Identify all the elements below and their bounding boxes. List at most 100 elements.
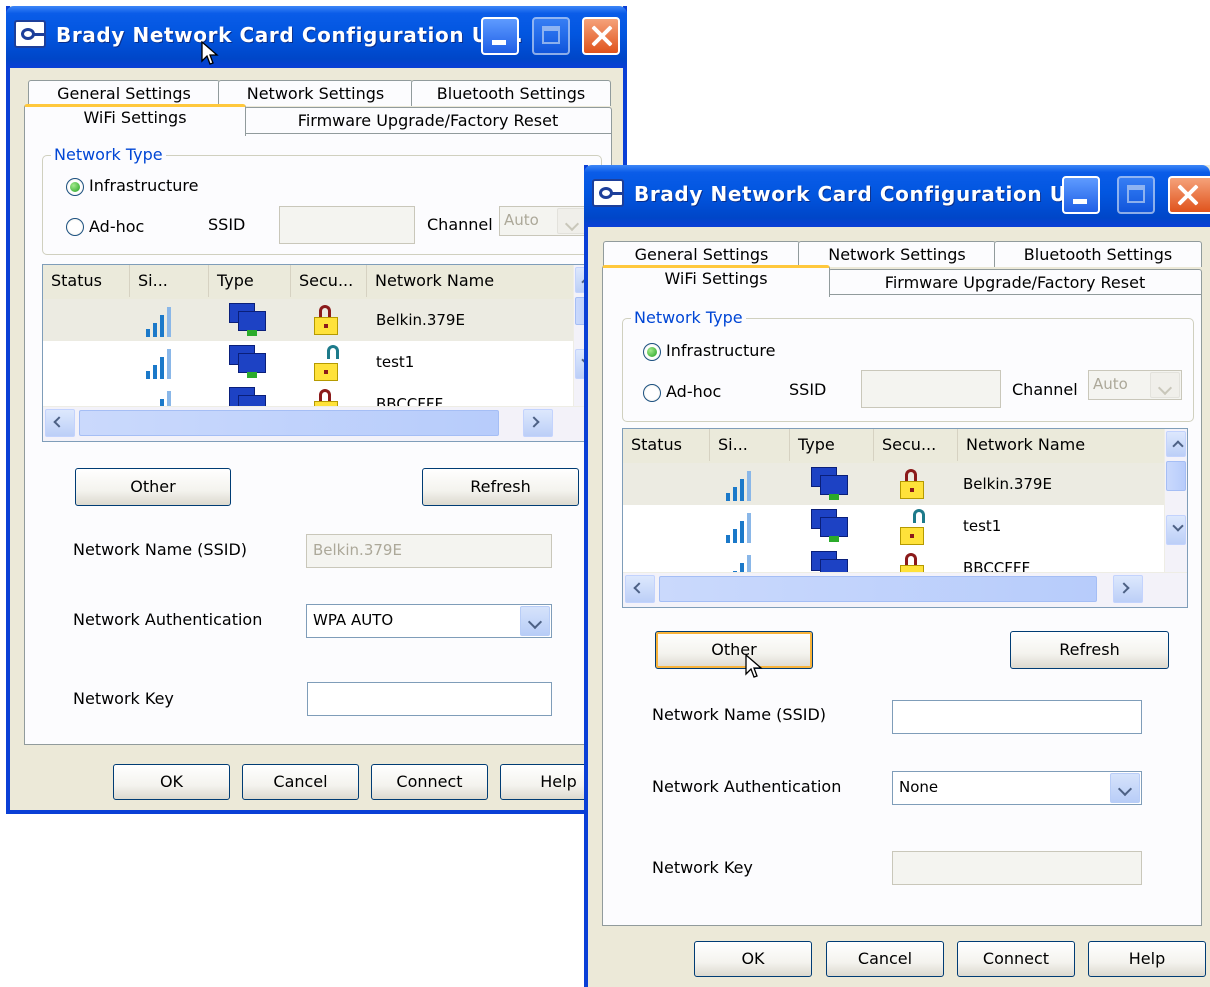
horizontal-scroll-thumb[interactable] <box>659 576 1097 602</box>
signal-strength-icon <box>146 345 180 379</box>
network-key-input[interactable] <box>307 682 552 716</box>
minimize-button[interactable] <box>481 17 519 55</box>
network-computer-icon <box>229 303 266 337</box>
network-type-legend: Network Type <box>51 145 166 164</box>
chevron-down-icon <box>1150 372 1180 398</box>
locked-padlock-icon <box>899 469 925 501</box>
network-name-input[interactable]: Belkin.379E <box>306 534 552 568</box>
refresh-button[interactable]: Refresh <box>422 468 579 506</box>
scroll-right-button[interactable] <box>1113 575 1143 603</box>
title-bar[interactable]: Brady Network Card Configuration Ut... <box>6 6 627 68</box>
scroll-down-button[interactable] <box>1166 515 1186 545</box>
network-computer-icon <box>811 467 848 501</box>
tab-general-settings[interactable]: General Settings <box>28 80 220 106</box>
maximize-button[interactable] <box>532 17 570 55</box>
signal-strength-icon <box>146 387 180 407</box>
network-row[interactable]: BBCCFFF <box>623 547 1167 573</box>
ok-button[interactable]: OK <box>113 764 230 800</box>
network-row[interactable]: Belkin.379E <box>43 299 576 341</box>
ok-button[interactable]: OK <box>694 941 812 977</box>
network-authentication-select[interactable]: None <box>892 771 1142 805</box>
network-row[interactable]: test1 <box>43 341 576 383</box>
tab-firmware-upgrade[interactable]: Firmware Upgrade/Factory Reset <box>828 269 1202 295</box>
tab-wifi-settings[interactable]: WiFi Settings <box>24 104 246 136</box>
tab-firmware-upgrade[interactable]: Firmware Upgrade/Factory Reset <box>244 107 612 133</box>
column-network-name[interactable]: Network Name <box>367 265 576 297</box>
network-row[interactable]: Belkin.379E <box>623 463 1167 505</box>
channel-select[interactable]: Auto <box>1088 370 1182 400</box>
window-title: Brady Network Card Configuration Ut... <box>56 23 524 47</box>
refresh-button[interactable]: Refresh <box>1010 631 1169 669</box>
close-button[interactable] <box>582 17 620 55</box>
column-status[interactable]: Status <box>623 429 710 461</box>
adhoc-ssid-input[interactable] <box>279 206 415 244</box>
scroll-up-button[interactable] <box>1166 431 1186 457</box>
network-authentication-value: WPA AUTO <box>313 611 394 629</box>
minimize-button[interactable] <box>1062 176 1100 214</box>
scroll-right-button[interactable] <box>523 409 553 437</box>
unlocked-padlock-icon <box>313 345 339 383</box>
adhoc-ssid-input[interactable] <box>861 370 1001 408</box>
ssid-label: SSID <box>208 215 246 234</box>
scroll-left-button[interactable] <box>45 409 75 437</box>
signal-strength-icon <box>146 303 180 337</box>
adhoc-radio[interactable] <box>643 384 661 402</box>
cancel-button[interactable]: Cancel <box>826 941 944 977</box>
wifi-settings-panel: Network Type Infrastructure Ad-hoc SSID … <box>24 133 612 745</box>
infrastructure-radio[interactable] <box>643 343 661 361</box>
locked-padlock-icon <box>899 553 925 573</box>
ssid-label: SSID <box>789 380 827 399</box>
tab-bluetooth-settings[interactable]: Bluetooth Settings <box>994 241 1202 267</box>
adhoc-radio[interactable] <box>66 218 84 236</box>
cancel-button[interactable]: Cancel <box>242 764 359 800</box>
network-name-label: Network Name (SSID) <box>73 540 248 559</box>
network-authentication-select[interactable]: WPA AUTO <box>306 604 552 638</box>
network-row[interactable]: BBCCFFF <box>43 383 576 407</box>
config-window-before: Brady Network Card Configuration Ut... G… <box>6 6 627 814</box>
scroll-left-button[interactable] <box>625 575 655 603</box>
column-type[interactable]: Type <box>209 265 291 297</box>
network-list[interactable]: Status Si... Type Secu... Network Name B… <box>42 264 597 442</box>
other-button[interactable]: Other <box>75 468 231 506</box>
channel-select[interactable]: Auto <box>499 206 589 236</box>
column-security[interactable]: Secu... <box>874 429 958 461</box>
tab-network-settings[interactable]: Network Settings <box>798 241 996 267</box>
scroll-thumb[interactable] <box>1166 461 1186 491</box>
tab-network-settings[interactable]: Network Settings <box>218 80 413 106</box>
network-list[interactable]: Status Si... Type Secu... Network Name B… <box>622 428 1188 608</box>
maximize-button[interactable] <box>1117 176 1155 214</box>
channel-value: Auto <box>1093 375 1128 393</box>
horizontal-scrollbar[interactable] <box>623 572 1187 607</box>
network-name-input[interactable] <box>892 700 1142 734</box>
column-status[interactable]: Status <box>43 265 130 297</box>
app-icon <box>592 179 624 207</box>
tab-bluetooth-settings[interactable]: Bluetooth Settings <box>411 80 611 106</box>
network-key-input[interactable] <box>892 851 1142 885</box>
help-button[interactable]: Help <box>1088 941 1206 977</box>
column-network-name[interactable]: Network Name <box>958 429 1167 461</box>
network-row[interactable]: test1 <box>623 505 1167 547</box>
other-button[interactable]: Other <box>655 631 813 669</box>
connect-button[interactable]: Connect <box>957 941 1075 977</box>
column-signal[interactable]: Si... <box>130 265 209 297</box>
connect-button[interactable]: Connect <box>371 764 488 800</box>
channel-label: Channel <box>427 215 493 234</box>
network-name: Belkin.379E <box>963 475 1052 493</box>
tab-wifi-settings[interactable]: WiFi Settings <box>602 265 830 297</box>
network-name-label: Network Name (SSID) <box>652 705 827 724</box>
column-type[interactable]: Type <box>790 429 874 461</box>
horizontal-scrollbar[interactable] <box>43 406 596 441</box>
column-signal[interactable]: Si... <box>710 429 790 461</box>
horizontal-scroll-thumb[interactable] <box>79 410 499 436</box>
network-computer-icon <box>229 345 266 379</box>
list-header: Status Si... Type Secu... Network Name <box>43 265 596 301</box>
vertical-scrollbar[interactable] <box>1164 429 1187 573</box>
close-button[interactable] <box>1168 176 1210 214</box>
tab-general-settings[interactable]: General Settings <box>603 241 800 267</box>
title-bar[interactable]: Brady Network Card Configuration Ut... <box>584 165 1210 227</box>
network-authentication-label: Network Authentication <box>652 777 842 796</box>
infrastructure-radio[interactable] <box>66 178 84 196</box>
column-security[interactable]: Secu... <box>291 265 367 297</box>
network-computer-icon <box>811 509 848 543</box>
chevron-down-icon <box>557 208 587 234</box>
